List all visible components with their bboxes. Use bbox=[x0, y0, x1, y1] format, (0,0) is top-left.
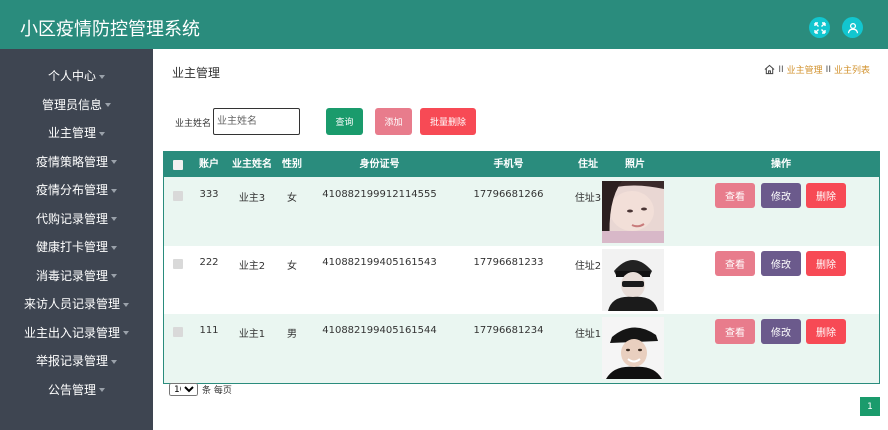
search-label: 业主姓名 bbox=[175, 119, 212, 129]
page-title: 业主管理 bbox=[172, 66, 221, 80]
breadcrumb: II 业主管理 II 业主列表 bbox=[764, 63, 870, 76]
cell-id-card: 410882199405161544 bbox=[322, 325, 437, 336]
edit-button[interactable]: 修改 bbox=[761, 251, 801, 276]
main-content: 业主管理 II 业主管理 II 业主列表 业主姓名 查询 添加 批量删除 账户 … bbox=[153, 49, 888, 430]
cell-id-card: 410882199912114555 bbox=[322, 189, 437, 200]
sidebar-item-announcements[interactable]: 公告管理 bbox=[0, 376, 153, 405]
owner-table: 账户 业主姓名 性别 身份证号 手机号 住址 照片 操作 333 业主3 女 4… bbox=[163, 151, 880, 384]
batch-delete-button[interactable]: 批量删除 bbox=[420, 108, 476, 135]
row-checkbox[interactable] bbox=[173, 191, 183, 201]
chevron-down-icon bbox=[99, 388, 105, 392]
column-header: 性别 bbox=[282, 159, 302, 170]
edit-button[interactable]: 修改 bbox=[761, 183, 801, 208]
sidebar-item-health-checkin[interactable]: 健康打卡管理 bbox=[0, 233, 153, 262]
sidebar-item-epidemic-policy[interactable]: 疫情策略管理 bbox=[0, 148, 153, 177]
cell-gender: 男 bbox=[287, 329, 297, 340]
page-size-select[interactable]: 10 bbox=[169, 383, 198, 396]
row-checkbox[interactable] bbox=[173, 327, 183, 337]
chevron-down-icon bbox=[123, 331, 129, 335]
table-row: 222 业主2 女 410882199405161543 17796681233… bbox=[164, 246, 879, 314]
sidebar: 个人中心 管理员信息 业主管理 疫情策略管理 疫情分布管理 代购记录管理 健康打… bbox=[0, 49, 153, 430]
breadcrumb-owner-list[interactable]: 业主列表 bbox=[834, 63, 870, 76]
page-size-label: 条 每页 bbox=[202, 386, 232, 396]
delete-button[interactable]: 删除 bbox=[806, 319, 846, 344]
table-header: 账户 业主姓名 性别 身份证号 手机号 住址 照片 操作 bbox=[164, 152, 879, 177]
page-1-button[interactable]: 1 bbox=[860, 397, 880, 416]
chevron-down-icon bbox=[111, 188, 117, 193]
breadcrumb-owner-management[interactable]: 业主管理 bbox=[787, 63, 823, 76]
view-button[interactable]: 查看 bbox=[715, 183, 755, 208]
chevron-down-icon bbox=[99, 131, 105, 136]
owner-name-search-input[interactable] bbox=[213, 108, 300, 135]
owner-photo bbox=[602, 249, 664, 311]
chevron-down-icon bbox=[111, 217, 117, 221]
cell-phone: 17796681233 bbox=[473, 257, 544, 268]
cell-phone: 17796681234 bbox=[473, 325, 544, 336]
column-header: 业主姓名 bbox=[232, 159, 272, 170]
sidebar-item-owner-access-records[interactable]: 业主出入记录管理 bbox=[0, 319, 153, 348]
chevron-down-icon bbox=[99, 74, 105, 79]
select-all-checkbox[interactable] bbox=[173, 160, 183, 170]
cell-account: 333 bbox=[199, 189, 219, 200]
cell-name: 业主2 bbox=[238, 261, 266, 272]
owner-photo bbox=[602, 317, 664, 379]
top-bar: 小区疫情防控管理系统 bbox=[0, 0, 888, 49]
cell-account: 111 bbox=[199, 325, 219, 336]
chevron-down-icon bbox=[123, 302, 129, 307]
chevron-down-icon bbox=[105, 103, 111, 107]
delete-button[interactable]: 删除 bbox=[806, 251, 846, 276]
cell-account: 222 bbox=[199, 257, 219, 268]
breadcrumb-separator: II bbox=[778, 64, 784, 75]
column-header: 操作 bbox=[771, 159, 791, 170]
chevron-down-icon bbox=[111, 160, 117, 164]
column-header: 手机号 bbox=[493, 159, 524, 170]
row-checkbox[interactable] bbox=[173, 259, 183, 269]
column-header: 照片 bbox=[625, 159, 645, 170]
user-icon[interactable] bbox=[842, 17, 863, 38]
home-icon[interactable] bbox=[764, 64, 775, 75]
sidebar-item-visitor-records[interactable]: 来访人员记录管理 bbox=[0, 290, 153, 319]
cell-name: 业主1 bbox=[238, 329, 266, 340]
app-title: 小区疫情防控管理系统 bbox=[20, 19, 200, 40]
sidebar-item-owner-management[interactable]: 业主管理 bbox=[0, 119, 153, 148]
table-row: 111 业主1 男 410882199405161544 17796681234… bbox=[164, 314, 879, 382]
page-size-control: 10 条 每页 bbox=[169, 383, 232, 396]
column-header: 身份证号 bbox=[359, 159, 400, 170]
delete-button[interactable]: 删除 bbox=[806, 183, 846, 208]
view-button[interactable]: 查看 bbox=[715, 251, 755, 276]
table-row: 333 业主3 女 410882199912114555 17796681266… bbox=[164, 178, 879, 246]
sidebar-item-admin-info[interactable]: 管理员信息 bbox=[0, 91, 153, 120]
view-button[interactable]: 查看 bbox=[715, 319, 755, 344]
cell-phone: 17796681266 bbox=[473, 189, 544, 200]
column-header: 住址 bbox=[578, 159, 598, 170]
chevron-down-icon bbox=[111, 359, 117, 364]
cell-gender: 女 bbox=[287, 193, 297, 204]
chevron-down-icon bbox=[111, 274, 117, 278]
sidebar-item-epidemic-distribution[interactable]: 疫情分布管理 bbox=[0, 176, 153, 205]
sidebar-item-purchase-records[interactable]: 代购记录管理 bbox=[0, 205, 153, 234]
column-header: 账户 bbox=[199, 159, 219, 170]
cell-id-card: 410882199405161543 bbox=[322, 257, 437, 268]
edit-button[interactable]: 修改 bbox=[761, 319, 801, 344]
fullscreen-icon[interactable] bbox=[809, 17, 830, 38]
breadcrumb-separator: II bbox=[825, 64, 831, 75]
sidebar-item-disinfection-records[interactable]: 消毒记录管理 bbox=[0, 262, 153, 291]
sidebar-item-report-records[interactable]: 举报记录管理 bbox=[0, 347, 153, 376]
add-button[interactable]: 添加 bbox=[375, 108, 412, 135]
cell-name: 业主3 bbox=[238, 193, 266, 204]
sidebar-item-personal-center[interactable]: 个人中心 bbox=[0, 62, 153, 91]
owner-photo bbox=[602, 181, 664, 243]
cell-gender: 女 bbox=[287, 261, 297, 272]
chevron-down-icon bbox=[111, 245, 117, 250]
query-button[interactable]: 查询 bbox=[326, 108, 363, 135]
